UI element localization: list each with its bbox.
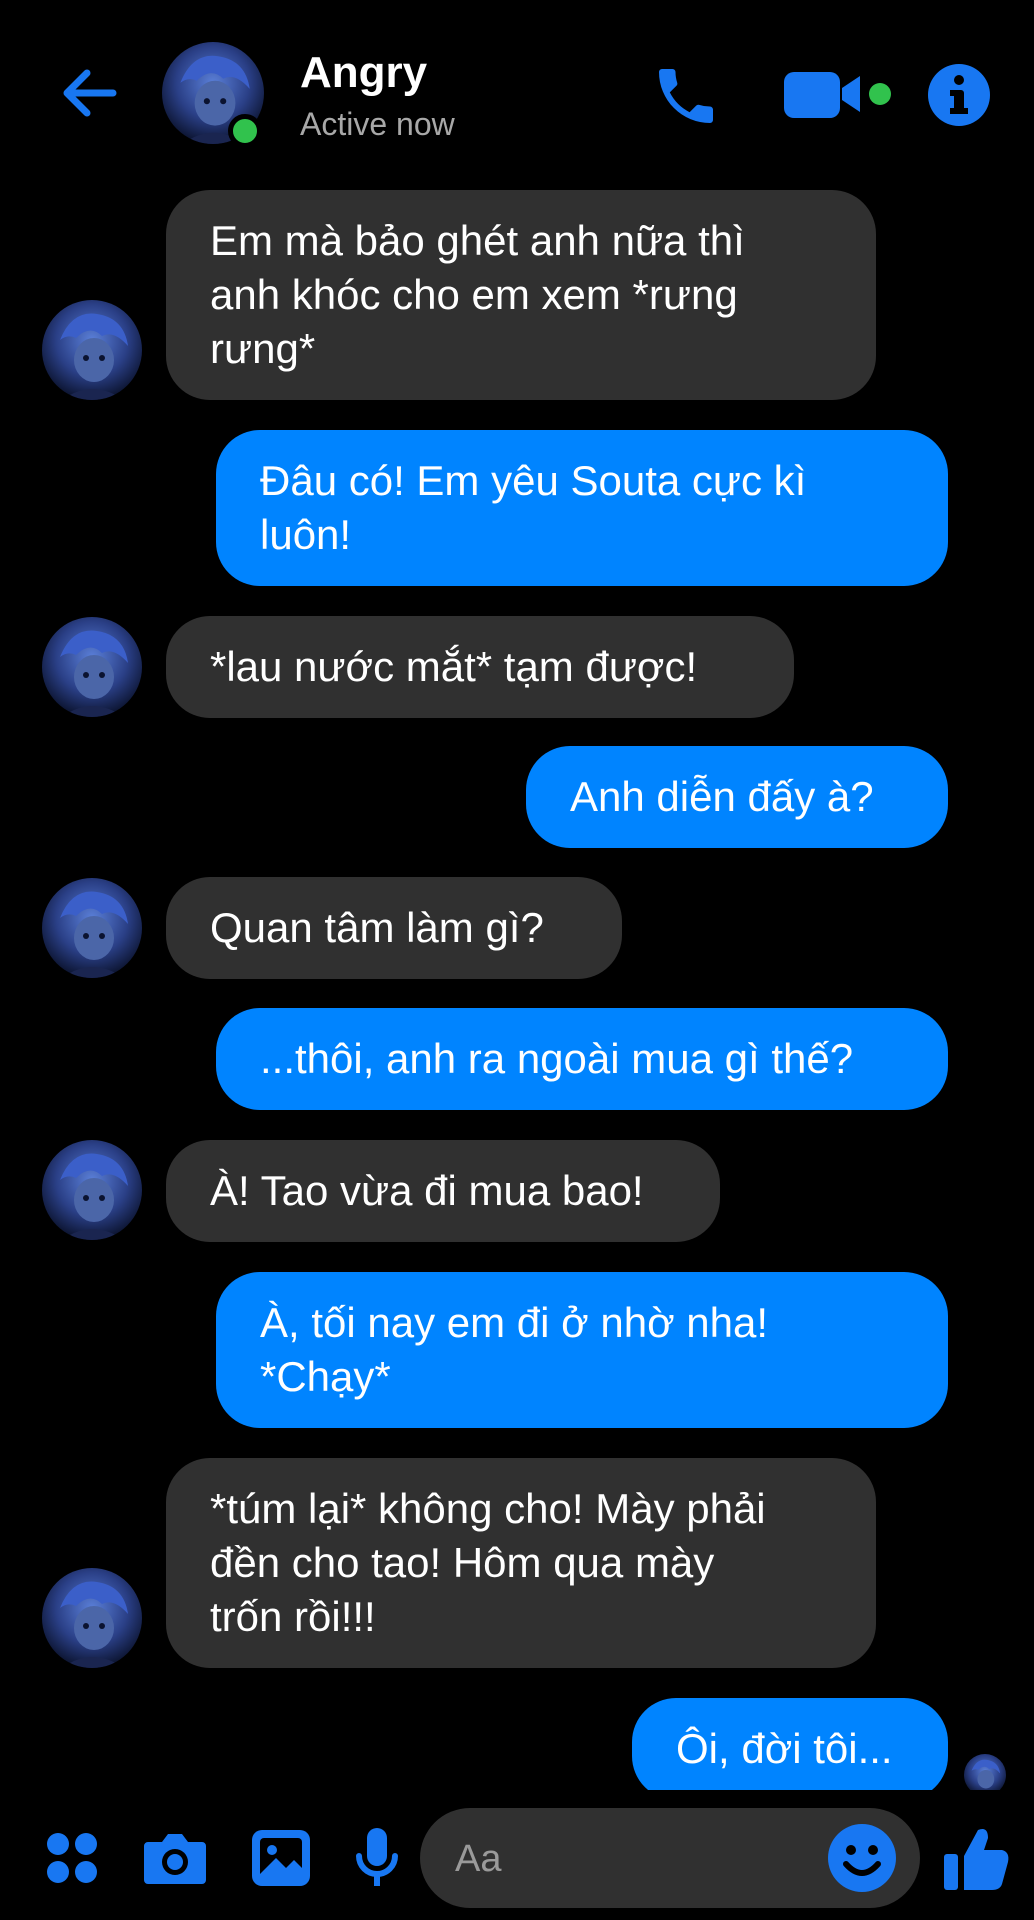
message-line: trốn rồi!!!: [210, 1593, 376, 1640]
message-line: đền cho tao! Hôm qua mày: [210, 1539, 715, 1586]
message-bubble-outgoing[interactable]: Ôi, đời tôi...: [632, 1698, 948, 1800]
message-line: *lau nước mắt* tạm được!: [210, 643, 698, 690]
message-bubble-incoming[interactable]: Em mà bảo ghét anh nữa thì anh khóc cho …: [166, 190, 876, 400]
messenger-chat-screen: Angry Active now Em mà bảo ghét anh nữa …: [0, 0, 1034, 1920]
message-line: À, tối nay em đi ở nhờ nha!: [260, 1299, 769, 1346]
emoji-icon[interactable]: [826, 1822, 898, 1894]
message-bubble-outgoing[interactable]: ...thôi, anh ra ngoài mua gì thế?: [216, 1008, 948, 1110]
contact-avatar-small[interactable]: [42, 617, 142, 717]
message-bubble-outgoing[interactable]: Đâu có! Em yêu Souta cực kì luôn!: [216, 430, 948, 586]
contact-name[interactable]: Angry: [300, 48, 427, 98]
contact-avatar-small[interactable]: [42, 1140, 142, 1240]
message-line: Ôi, đời tôi...: [676, 1725, 893, 1772]
back-arrow-icon[interactable]: [55, 58, 125, 128]
message-line: ...thôi, anh ra ngoài mua gì thế?: [260, 1035, 854, 1082]
message-bubble-incoming[interactable]: Quan tâm làm gì?: [166, 877, 622, 979]
message-line: *Chạy*: [260, 1353, 391, 1400]
message-input-placeholder: Aa: [455, 1838, 502, 1880]
gallery-icon[interactable]: [250, 1828, 312, 1888]
message-bubble-incoming[interactable]: *túm lại* không cho! Mày phải đền cho ta…: [166, 1458, 876, 1668]
message-bubble-outgoing[interactable]: Anh diễn đấy à?: [526, 746, 948, 848]
message-line: Quan tâm làm gì?: [210, 904, 544, 951]
info-icon[interactable]: [926, 62, 992, 128]
message-bubble-incoming[interactable]: À! Tao vừa đi mua bao!: [166, 1140, 720, 1242]
message-line: anh khóc cho em xem *rưng: [210, 271, 738, 318]
message-line: rưng*: [210, 325, 316, 372]
message-line: luôn!: [260, 511, 352, 558]
message-line: À! Tao vừa đi mua bao!: [210, 1167, 644, 1214]
contact-avatar-small[interactable]: [42, 878, 142, 978]
message-line: Em mà bảo ghét anh nữa thì: [210, 217, 745, 264]
microphone-icon[interactable]: [354, 1826, 400, 1890]
camera-icon[interactable]: [142, 1828, 208, 1888]
message-line: Đâu có! Em yêu Souta cực kì: [260, 457, 807, 504]
online-status-dot: [228, 114, 262, 148]
thumbs-up-icon[interactable]: [942, 1822, 1012, 1894]
contact-avatar-small[interactable]: [42, 1568, 142, 1668]
chat-header: Angry Active now: [0, 0, 1034, 180]
phone-icon[interactable]: [650, 60, 722, 132]
video-camera-icon[interactable]: [782, 66, 902, 122]
message-line: *túm lại* không cho! Mày phải: [210, 1485, 766, 1532]
message-line: Anh diễn đấy à?: [570, 773, 874, 820]
apps-icon[interactable]: [44, 1830, 100, 1886]
message-bubble-incoming[interactable]: *lau nước mắt* tạm được!: [166, 616, 794, 718]
active-status: Active now: [300, 106, 455, 142]
contact-avatar-small[interactable]: [42, 300, 142, 400]
message-bubble-outgoing[interactable]: À, tối nay em đi ở nhờ nha! *Chạy*: [216, 1272, 948, 1428]
